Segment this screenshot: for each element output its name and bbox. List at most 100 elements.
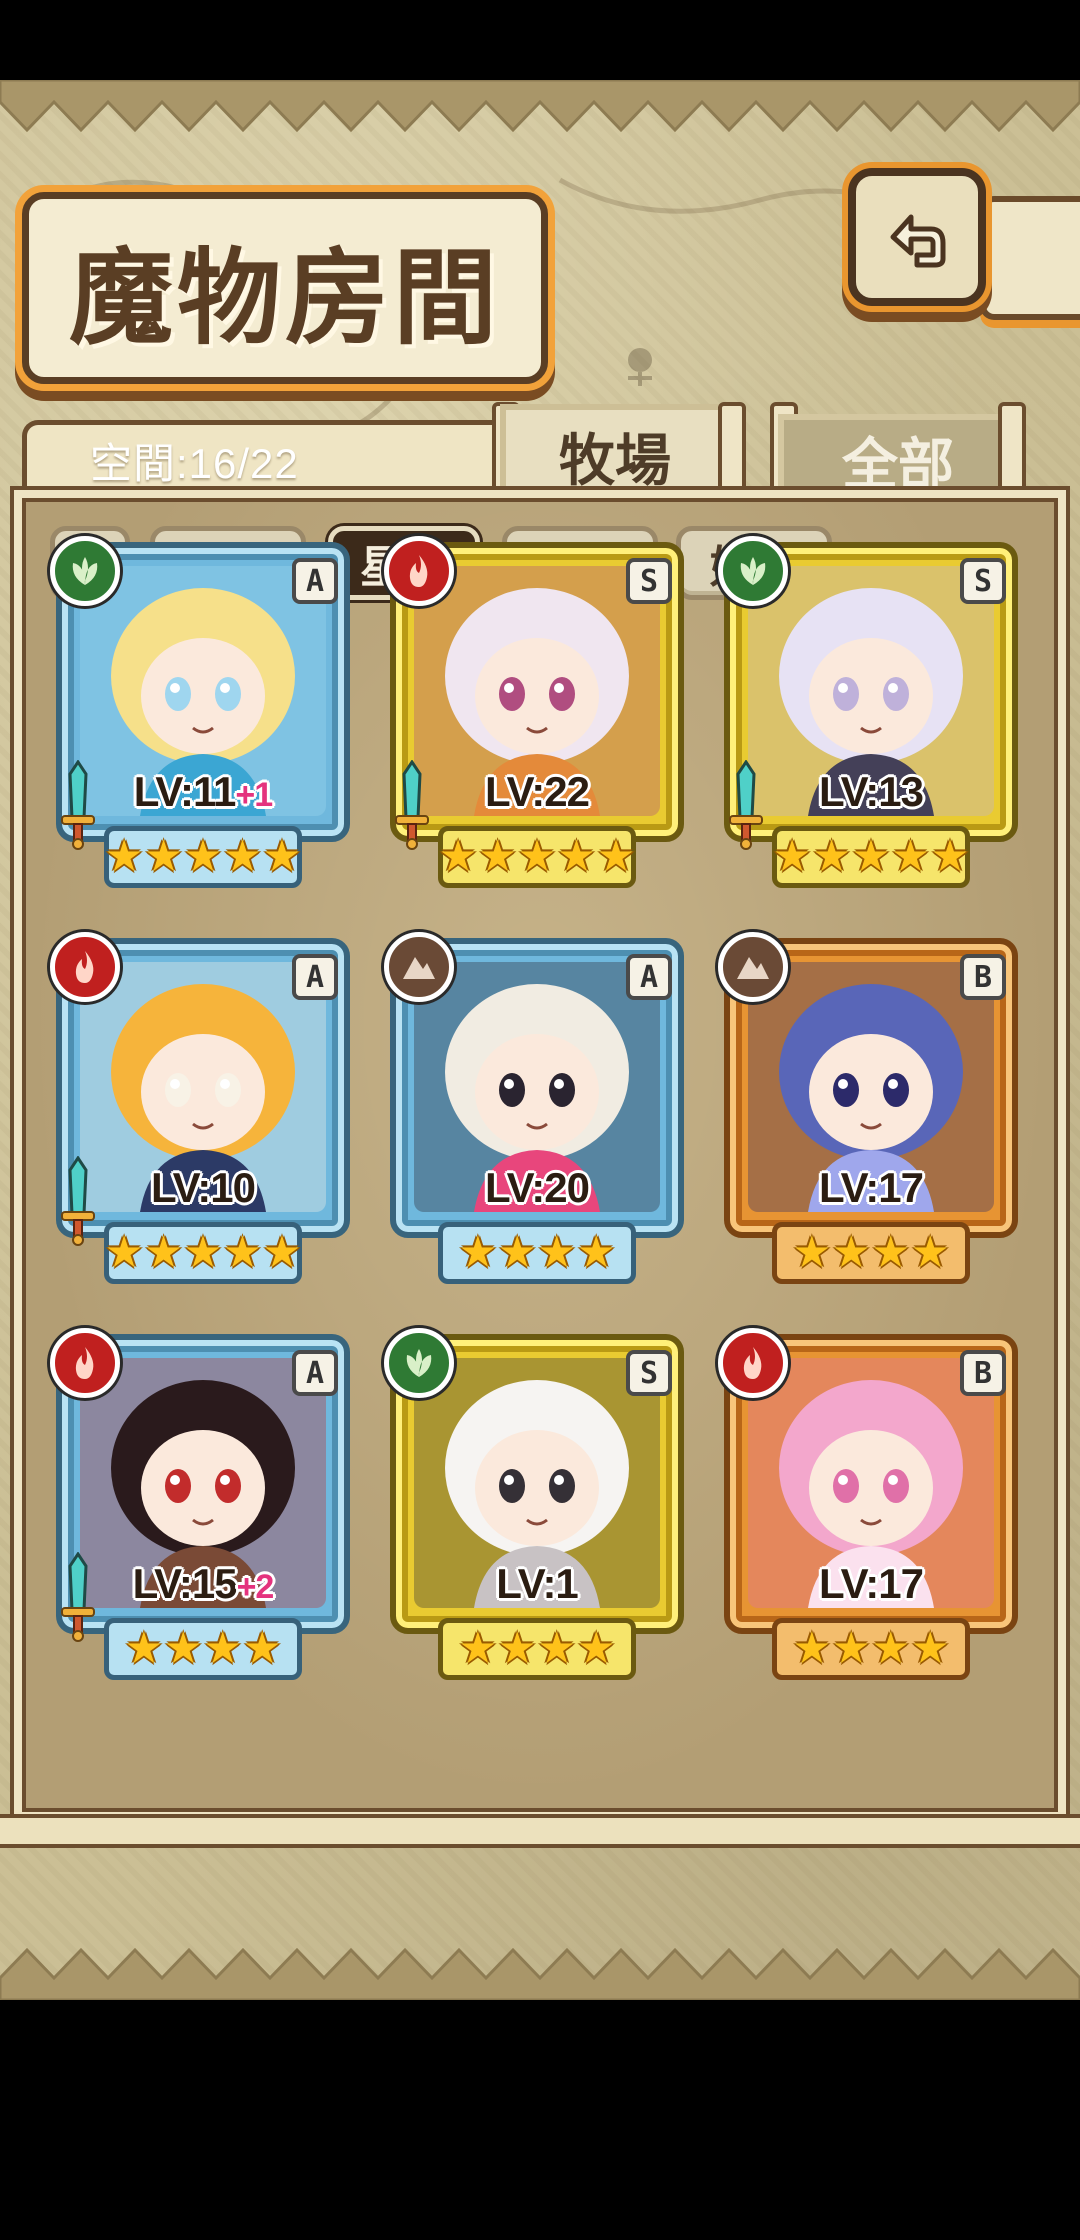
tab-post	[998, 402, 1026, 494]
level-bonus: +1	[235, 776, 273, 814]
system-bar-area	[0, 2000, 1080, 2240]
level-value: LV:15	[132, 1560, 238, 1607]
top-zigzag-border	[0, 80, 1080, 133]
monster-card[interactable]: A LV:15+2 ★ ★ ★ ★	[50, 1328, 356, 1694]
star-icon: ★	[792, 1227, 832, 1278]
star-icon: ★	[596, 831, 636, 882]
level-value: LV:1	[496, 1560, 579, 1607]
star-rating: ★ ★ ★ ★	[438, 1222, 636, 1284]
back-button[interactable]	[848, 168, 986, 306]
rank-badge: S	[626, 1350, 672, 1396]
back-button-rail	[980, 196, 1080, 320]
star-icon: ★	[930, 831, 970, 882]
star-rating: ★ ★ ★ ★ ★	[104, 826, 302, 888]
page-title: 魔物房間	[68, 235, 501, 359]
rank-badge: S	[960, 558, 1006, 604]
monster-card[interactable]: A LV:11+1 ★ ★ ★ ★ ★	[50, 536, 356, 902]
level-label: LV:13	[718, 768, 1024, 816]
monster-card[interactable]: S LV:13 ★ ★ ★ ★ ★	[718, 536, 1024, 902]
level-value: LV:20	[485, 1164, 590, 1211]
star-icon: ★	[517, 831, 557, 882]
level-label: LV:17	[718, 1560, 1024, 1608]
level-label: LV:22	[384, 768, 690, 816]
star-rating: ★ ★ ★ ★	[438, 1618, 636, 1680]
star-icon: ★	[438, 831, 478, 882]
star-icon: ★	[104, 831, 144, 882]
title-plate: 魔物房間	[22, 192, 548, 384]
rank-badge: A	[292, 1350, 338, 1396]
rank-badge: B	[960, 954, 1006, 1000]
star-icon: ★	[497, 1227, 537, 1278]
star-icon: ★	[537, 1227, 577, 1278]
star-icon: ★	[537, 1623, 577, 1674]
star-rating: ★ ★ ★ ★ ★	[104, 1222, 302, 1284]
star-icon: ★	[831, 1227, 871, 1278]
flame-icon	[50, 932, 120, 1002]
rank-badge: A	[626, 954, 672, 1000]
leaf-icon	[384, 1328, 454, 1398]
monster-card[interactable]: A LV:10 ★ ★ ★ ★ ★	[50, 932, 356, 1298]
star-icon: ★	[458, 1227, 498, 1278]
star-icon: ★	[497, 1623, 537, 1674]
level-label: LV:15+2	[50, 1560, 356, 1608]
star-icon: ★	[792, 1623, 832, 1674]
monster-card[interactable]: S LV:1 ★ ★ ★ ★	[384, 1328, 690, 1694]
level-value: LV:17	[819, 1164, 924, 1211]
monster-card[interactable]: S LV:22 ★ ★ ★ ★ ★	[384, 536, 690, 902]
star-icon: ★	[851, 831, 891, 882]
star-icon: ★	[871, 1623, 911, 1674]
leaf-icon	[50, 536, 120, 606]
monster-card[interactable]: A LV:20 ★ ★ ★ ★	[384, 932, 690, 1298]
flame-icon	[50, 1328, 120, 1398]
star-rating: ★ ★ ★ ★ ★	[438, 826, 636, 888]
level-value: LV:10	[151, 1164, 256, 1211]
star-icon: ★	[183, 1227, 223, 1278]
level-value: LV:22	[485, 768, 590, 815]
level-value: LV:17	[819, 1560, 924, 1607]
star-icon: ★	[143, 831, 184, 882]
star-icon: ★	[262, 831, 302, 882]
star-icon: ★	[576, 1227, 616, 1278]
star-icon: ★	[104, 1227, 144, 1278]
rank-badge: A	[292, 954, 338, 1000]
back-arrow-icon	[890, 214, 946, 268]
bottom-zigzag-border	[0, 1947, 1080, 2000]
star-icon: ★	[477, 831, 518, 882]
rank-badge: S	[626, 558, 672, 604]
game-screen: 魔物房間 空間:16/22 牧場 全部 等級 星級 成長 好感 ALV:11+1…	[0, 80, 1080, 2000]
level-label: LV:20	[384, 1164, 690, 1212]
star-rating: ★ ★ ★ ★	[104, 1618, 302, 1680]
star-icon: ★	[910, 1623, 950, 1674]
level-bonus: +2	[236, 1568, 275, 1606]
star-rating: ★ ★ ★ ★	[772, 1222, 970, 1284]
star-icon: ★	[890, 831, 931, 882]
leaf-icon	[718, 536, 788, 606]
monster-card[interactable]: B LV:17 ★ ★ ★ ★	[718, 1328, 1024, 1694]
level-value: LV:13	[819, 768, 924, 815]
star-rating: ★ ★ ★ ★ ★	[772, 826, 970, 888]
level-label: LV:10	[50, 1164, 356, 1212]
flame-icon	[718, 1328, 788, 1398]
star-icon: ★	[871, 1227, 911, 1278]
star-icon: ★	[772, 831, 812, 882]
mountain-icon	[384, 932, 454, 1002]
level-label: LV:17	[718, 1164, 1024, 1212]
space-capacity-label: 空間:16/22	[90, 440, 299, 487]
star-icon: ★	[831, 1623, 871, 1674]
board-bottom-rail	[0, 1814, 1080, 1848]
star-icon: ★	[163, 1623, 203, 1674]
star-icon: ★	[556, 831, 597, 882]
star-icon: ★	[811, 831, 852, 882]
star-rating: ★ ★ ★ ★	[772, 1618, 970, 1680]
star-icon: ★	[222, 1227, 263, 1278]
mountain-icon	[718, 932, 788, 1002]
flame-icon	[384, 536, 454, 606]
level-label: LV:11+1	[50, 768, 356, 816]
star-icon: ★	[203, 1623, 243, 1674]
monster-card[interactable]: B LV:17 ★ ★ ★ ★	[718, 932, 1024, 1298]
level-value: LV:11	[133, 768, 237, 815]
star-icon: ★	[242, 1623, 282, 1674]
tab-post	[718, 402, 746, 494]
star-icon: ★	[910, 1227, 950, 1278]
level-label: LV:1	[384, 1560, 690, 1608]
